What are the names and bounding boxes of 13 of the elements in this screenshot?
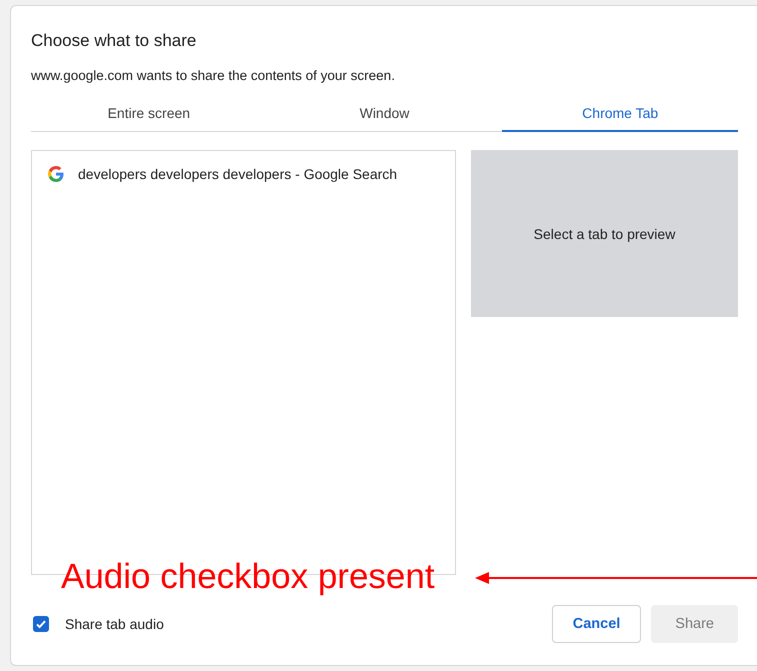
dialog-title: Choose what to share xyxy=(31,31,198,51)
tab[interactable]: Chrome Tab xyxy=(502,97,738,132)
tab-title[interactable]: developers developers developers - Google Search xyxy=(78,166,398,182)
g-logo-icon xyxy=(48,166,64,182)
audio-checkbox[interactable] xyxy=(33,616,49,632)
cancel-button[interactable]: Cancel xyxy=(552,605,642,643)
tab[interactable]: Window xyxy=(266,97,502,132)
annotation-text: Audio checkbox present xyxy=(61,557,435,597)
preview-text: Select a tab to preview xyxy=(534,226,676,242)
tab[interactable]: Entire screen xyxy=(31,97,267,132)
checkbox-label: Share tab audio xyxy=(65,616,164,632)
checkmark-icon xyxy=(35,618,47,630)
dialog-subtitle: www.google.com wants to share the contents of your screen. xyxy=(31,68,396,83)
